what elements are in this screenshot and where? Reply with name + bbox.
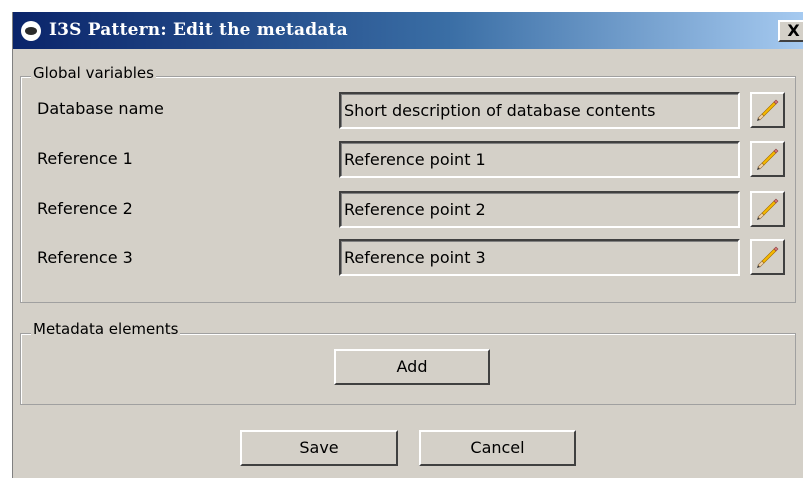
eye-icon (21, 21, 41, 41)
pencil-icon (757, 99, 779, 121)
title-bar[interactable]: I3S Pattern: Edit the metadata X (13, 12, 803, 49)
close-button[interactable]: X (778, 20, 803, 42)
reference-2-field[interactable]: Reference point 2 (339, 191, 740, 228)
window-title: I3S Pattern: Edit the metadata (49, 20, 348, 40)
edit-metadata-dialog: I3S Pattern: Edit the metadata X Global … (12, 12, 803, 478)
cancel-button[interactable]: Cancel (419, 430, 576, 466)
reference-2-label: Reference 2 (37, 199, 133, 218)
reference-1-field[interactable]: Reference point 1 (339, 141, 740, 178)
edit-reference-2-button[interactable] (750, 191, 785, 227)
edit-reference-1-button[interactable] (750, 141, 785, 177)
add-button[interactable]: Add (334, 349, 490, 385)
edit-database-name-button[interactable] (750, 92, 785, 128)
pencil-icon (757, 148, 779, 170)
save-button[interactable]: Save (240, 430, 398, 466)
database-name-field[interactable]: Short description of database contents (339, 92, 740, 129)
reference-3-label: Reference 3 (37, 248, 133, 267)
edit-reference-3-button[interactable] (750, 239, 785, 275)
pencil-icon (757, 198, 779, 220)
database-name-label: Database name (37, 99, 164, 118)
reference-3-field[interactable]: Reference point 3 (339, 239, 740, 276)
pencil-icon (757, 246, 779, 268)
metadata-elements-legend: Metadata elements (31, 320, 181, 338)
reference-1-label: Reference 1 (37, 149, 133, 168)
global-variables-legend: Global variables (31, 64, 156, 82)
